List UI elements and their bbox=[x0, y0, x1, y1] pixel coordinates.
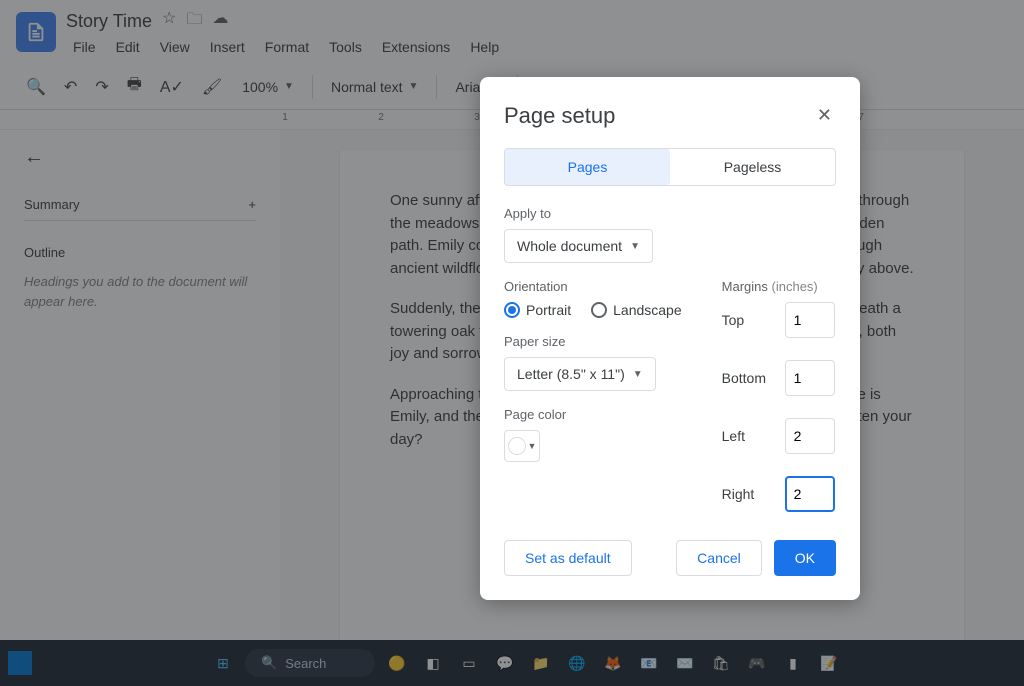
margin-right-input[interactable] bbox=[785, 476, 835, 512]
orientation-label: Orientation bbox=[504, 279, 682, 294]
tab-pageless[interactable]: Pageless bbox=[670, 149, 835, 185]
margin-left-input[interactable] bbox=[785, 418, 835, 454]
caret-down-icon: ▼ bbox=[633, 369, 643, 380]
apply-to-dropdown[interactable]: Whole document ▼ bbox=[504, 229, 653, 263]
caret-down-icon: ▼ bbox=[528, 441, 537, 451]
margins-label: Margins (inches) bbox=[722, 279, 836, 294]
paper-size-value: Letter (8.5" x 11") bbox=[517, 366, 625, 382]
margin-bottom-label: Bottom bbox=[722, 370, 777, 386]
page-color-dropdown[interactable]: ▼ bbox=[504, 430, 540, 462]
set-default-button[interactable]: Set as default bbox=[504, 540, 632, 576]
radio-icon bbox=[591, 302, 607, 318]
page-color-label: Page color bbox=[504, 407, 682, 422]
radio-icon bbox=[504, 302, 520, 318]
margin-top-input[interactable] bbox=[785, 302, 835, 338]
radio-landscape[interactable]: Landscape bbox=[591, 302, 682, 318]
margin-top-label: Top bbox=[722, 312, 777, 328]
radio-portrait[interactable]: Portrait bbox=[504, 302, 571, 318]
apply-to-label: Apply to bbox=[504, 206, 836, 221]
landscape-label: Landscape bbox=[613, 302, 682, 318]
ok-button[interactable]: OK bbox=[774, 540, 836, 576]
dialog-title: Page setup bbox=[504, 103, 615, 129]
close-icon[interactable]: ✕ bbox=[813, 101, 836, 130]
caret-down-icon: ▼ bbox=[630, 241, 640, 252]
margin-bottom-input[interactable] bbox=[785, 360, 835, 396]
paper-size-label: Paper size bbox=[504, 334, 682, 349]
page-setup-dialog: Page setup ✕ Pages Pageless Apply to Who… bbox=[480, 77, 860, 600]
tab-pages[interactable]: Pages bbox=[505, 149, 670, 185]
cancel-button[interactable]: Cancel bbox=[676, 540, 762, 576]
margin-right-label: Right bbox=[722, 486, 777, 502]
paper-size-dropdown[interactable]: Letter (8.5" x 11") ▼ bbox=[504, 357, 656, 391]
margin-left-label: Left bbox=[722, 428, 777, 444]
margins-unit: (inches) bbox=[772, 279, 818, 294]
dialog-tabs: Pages Pageless bbox=[504, 148, 836, 186]
apply-to-value: Whole document bbox=[517, 238, 622, 254]
portrait-label: Portrait bbox=[526, 302, 571, 318]
color-swatch-icon bbox=[508, 437, 526, 455]
